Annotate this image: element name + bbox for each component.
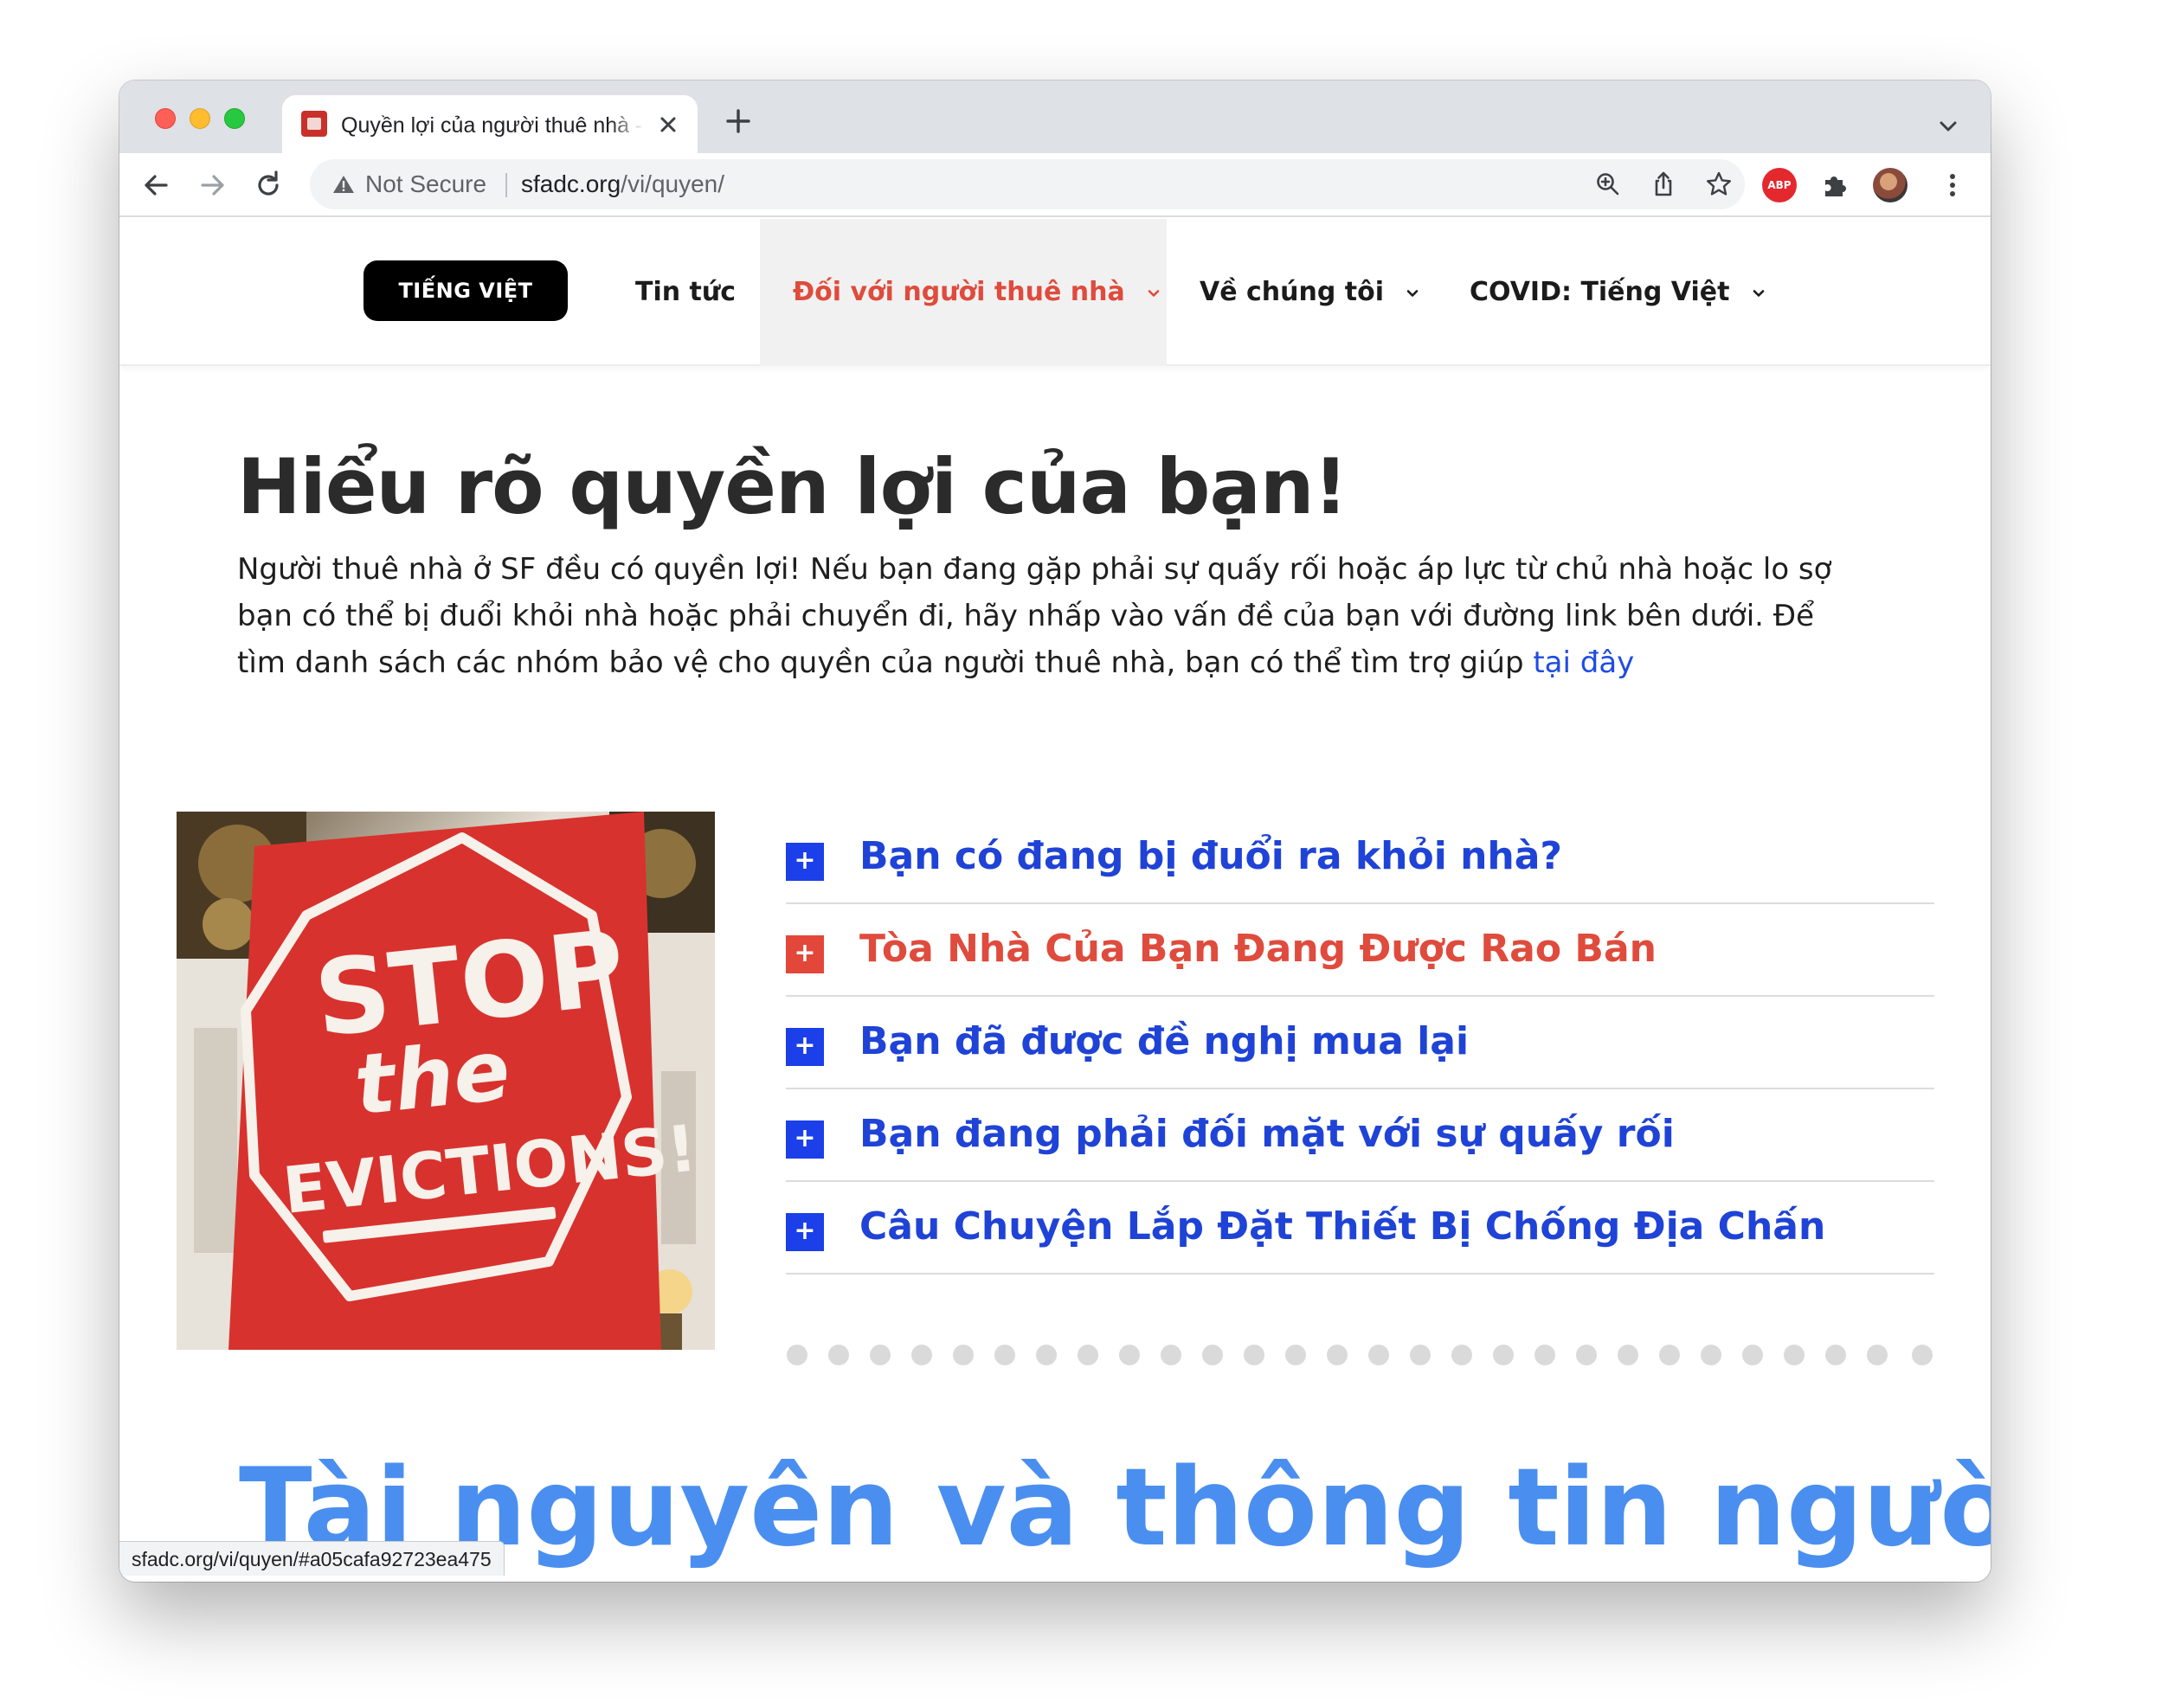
expand-plus-icon[interactable]: + (786, 1120, 824, 1159)
accordion-item[interactable]: + Bạn đang phải đối mặt với sự quấy rối (786, 1089, 1934, 1182)
photo-illustration: STOP the EVICTIONS! (177, 812, 715, 1350)
nav-item-label: Đối với người thuê nhà (793, 277, 1125, 307)
sign-text-the: the (350, 1021, 514, 1133)
minimize-window-button[interactable] (190, 108, 210, 129)
address-bar[interactable]: Not Secure sfadc.org/vi/quyen/ (310, 159, 1745, 209)
expand-plus-icon[interactable]: + (786, 1213, 824, 1251)
profile-avatar[interactable] (1873, 168, 1908, 202)
nav-item-covid[interactable]: COVID: Tiếng Việt (1470, 219, 1766, 366)
close-window-button[interactable] (155, 108, 176, 129)
bookmark-star-icon[interactable] (1705, 170, 1733, 198)
accordion-item[interactable]: + Bạn có đang bị đuổi ra khỏi nhà? (786, 812, 1934, 904)
help-link[interactable]: tại đây (1533, 645, 1634, 680)
expand-plus-icon[interactable]: + (786, 935, 824, 973)
share-icon[interactable] (1650, 170, 1677, 198)
menu-kebab-icon[interactable] (1935, 168, 1970, 202)
page-title: Hiểu rõ quyền lợi của bạn! (237, 442, 1348, 531)
site-favicon-icon (301, 111, 327, 137)
stop-evictions-photo: STOP the EVICTIONS! (177, 812, 715, 1350)
expand-plus-icon[interactable]: + (786, 843, 824, 881)
page-viewport: TIẾNG VIỆT Tin tức Đối với người thuê nh… (119, 219, 1991, 1582)
nav-item-label: Tin tức (635, 277, 737, 307)
intro-paragraph: Người thuê nhà ở SF đều có quyền lợi! Nế… (237, 546, 1864, 686)
accordion-item[interactable]: + Tòa Nhà Của Bạn Đang Được Rao Bán (786, 904, 1934, 997)
expand-plus-icon[interactable]: + (786, 1028, 824, 1066)
chevron-down-icon (1407, 289, 1419, 297)
dotted-divider (787, 1345, 1933, 1365)
new-tab-icon[interactable] (724, 106, 753, 136)
link-status-bubble: sfadc.org/vi/quyen/#a05cafa92723ea475 (119, 1541, 505, 1576)
forward-arrow-icon[interactable] (196, 168, 230, 202)
accordion-item[interactable]: + Bạn đã được đề nghị mua lại (786, 997, 1934, 1089)
site-navigation: TIẾNG VIỆT Tin tức Đối với người thuê nh… (119, 219, 1991, 366)
tab-strip: Quyền lợi của người thuê nhà - SFADC (119, 80, 1991, 153)
language-button[interactable]: TIẾNG VIỆT (364, 260, 568, 321)
nav-item-tenants[interactable]: Đối với người thuê nhà (760, 219, 1167, 366)
browser-tab[interactable]: Quyền lợi của người thuê nhà - SFADC (282, 95, 698, 153)
url-host: sfadc.org (521, 170, 621, 197)
security-label[interactable]: Not Secure (365, 170, 486, 199)
accordion-list: + Bạn có đang bị đuổi ra khỏi nhà? + Tòa… (786, 812, 1934, 1275)
url-path: /vi/quyen/ (621, 170, 725, 197)
accordion-item-title[interactable]: Bạn đang phải đối mặt với sự quấy rối (859, 1108, 1675, 1160)
accordion-item-title[interactable]: Câu Chuyện Lắp Đặt Thiết Bị Chống Địa Ch… (859, 1201, 1825, 1253)
back-arrow-icon[interactable] (138, 168, 173, 202)
maximize-window-button[interactable] (224, 108, 245, 129)
url-separator (505, 173, 507, 197)
browser-toolbar: Not Secure sfadc.org/vi/quyen/ ABP (119, 153, 1991, 217)
nav-item-label: COVID: Tiếng Việt (1470, 277, 1730, 307)
reload-icon[interactable] (251, 168, 286, 202)
extensions-puzzle-icon[interactable] (1818, 168, 1852, 202)
nav-item-label: Về chúng tôi (1200, 277, 1385, 307)
chevron-down-icon[interactable] (1935, 113, 1961, 139)
chevron-down-icon (1148, 289, 1160, 297)
accordion-item-title[interactable]: Bạn có đang bị đuổi ra khỏi nhà? (859, 831, 1562, 883)
nav-item-about-us[interactable]: Về chúng tôi (1200, 219, 1420, 366)
nav-item-news[interactable]: Tin tức (635, 219, 736, 366)
url-text[interactable]: sfadc.org/vi/quyen/ (521, 170, 724, 199)
tab-title: Quyền lợi của người thuê nhà - SFADC (341, 111, 644, 140)
zoom-icon[interactable] (1594, 170, 1622, 198)
browser-window: Quyền lợi của người thuê nhà - SFADC (119, 80, 1991, 1582)
accordion-item-title[interactable]: Bạn đã được đề nghị mua lại (859, 1016, 1469, 1068)
close-icon[interactable] (653, 109, 684, 140)
warning-icon[interactable] (332, 174, 355, 195)
chevron-down-icon (1753, 289, 1765, 297)
accordion-item-title[interactable]: Tòa Nhà Của Bạn Đang Được Rao Bán (859, 923, 1657, 975)
adblock-plus-icon[interactable]: ABP (1762, 168, 1797, 202)
accordion-item[interactable]: + Câu Chuyện Lắp Đặt Thiết Bị Chống Địa … (786, 1182, 1934, 1275)
